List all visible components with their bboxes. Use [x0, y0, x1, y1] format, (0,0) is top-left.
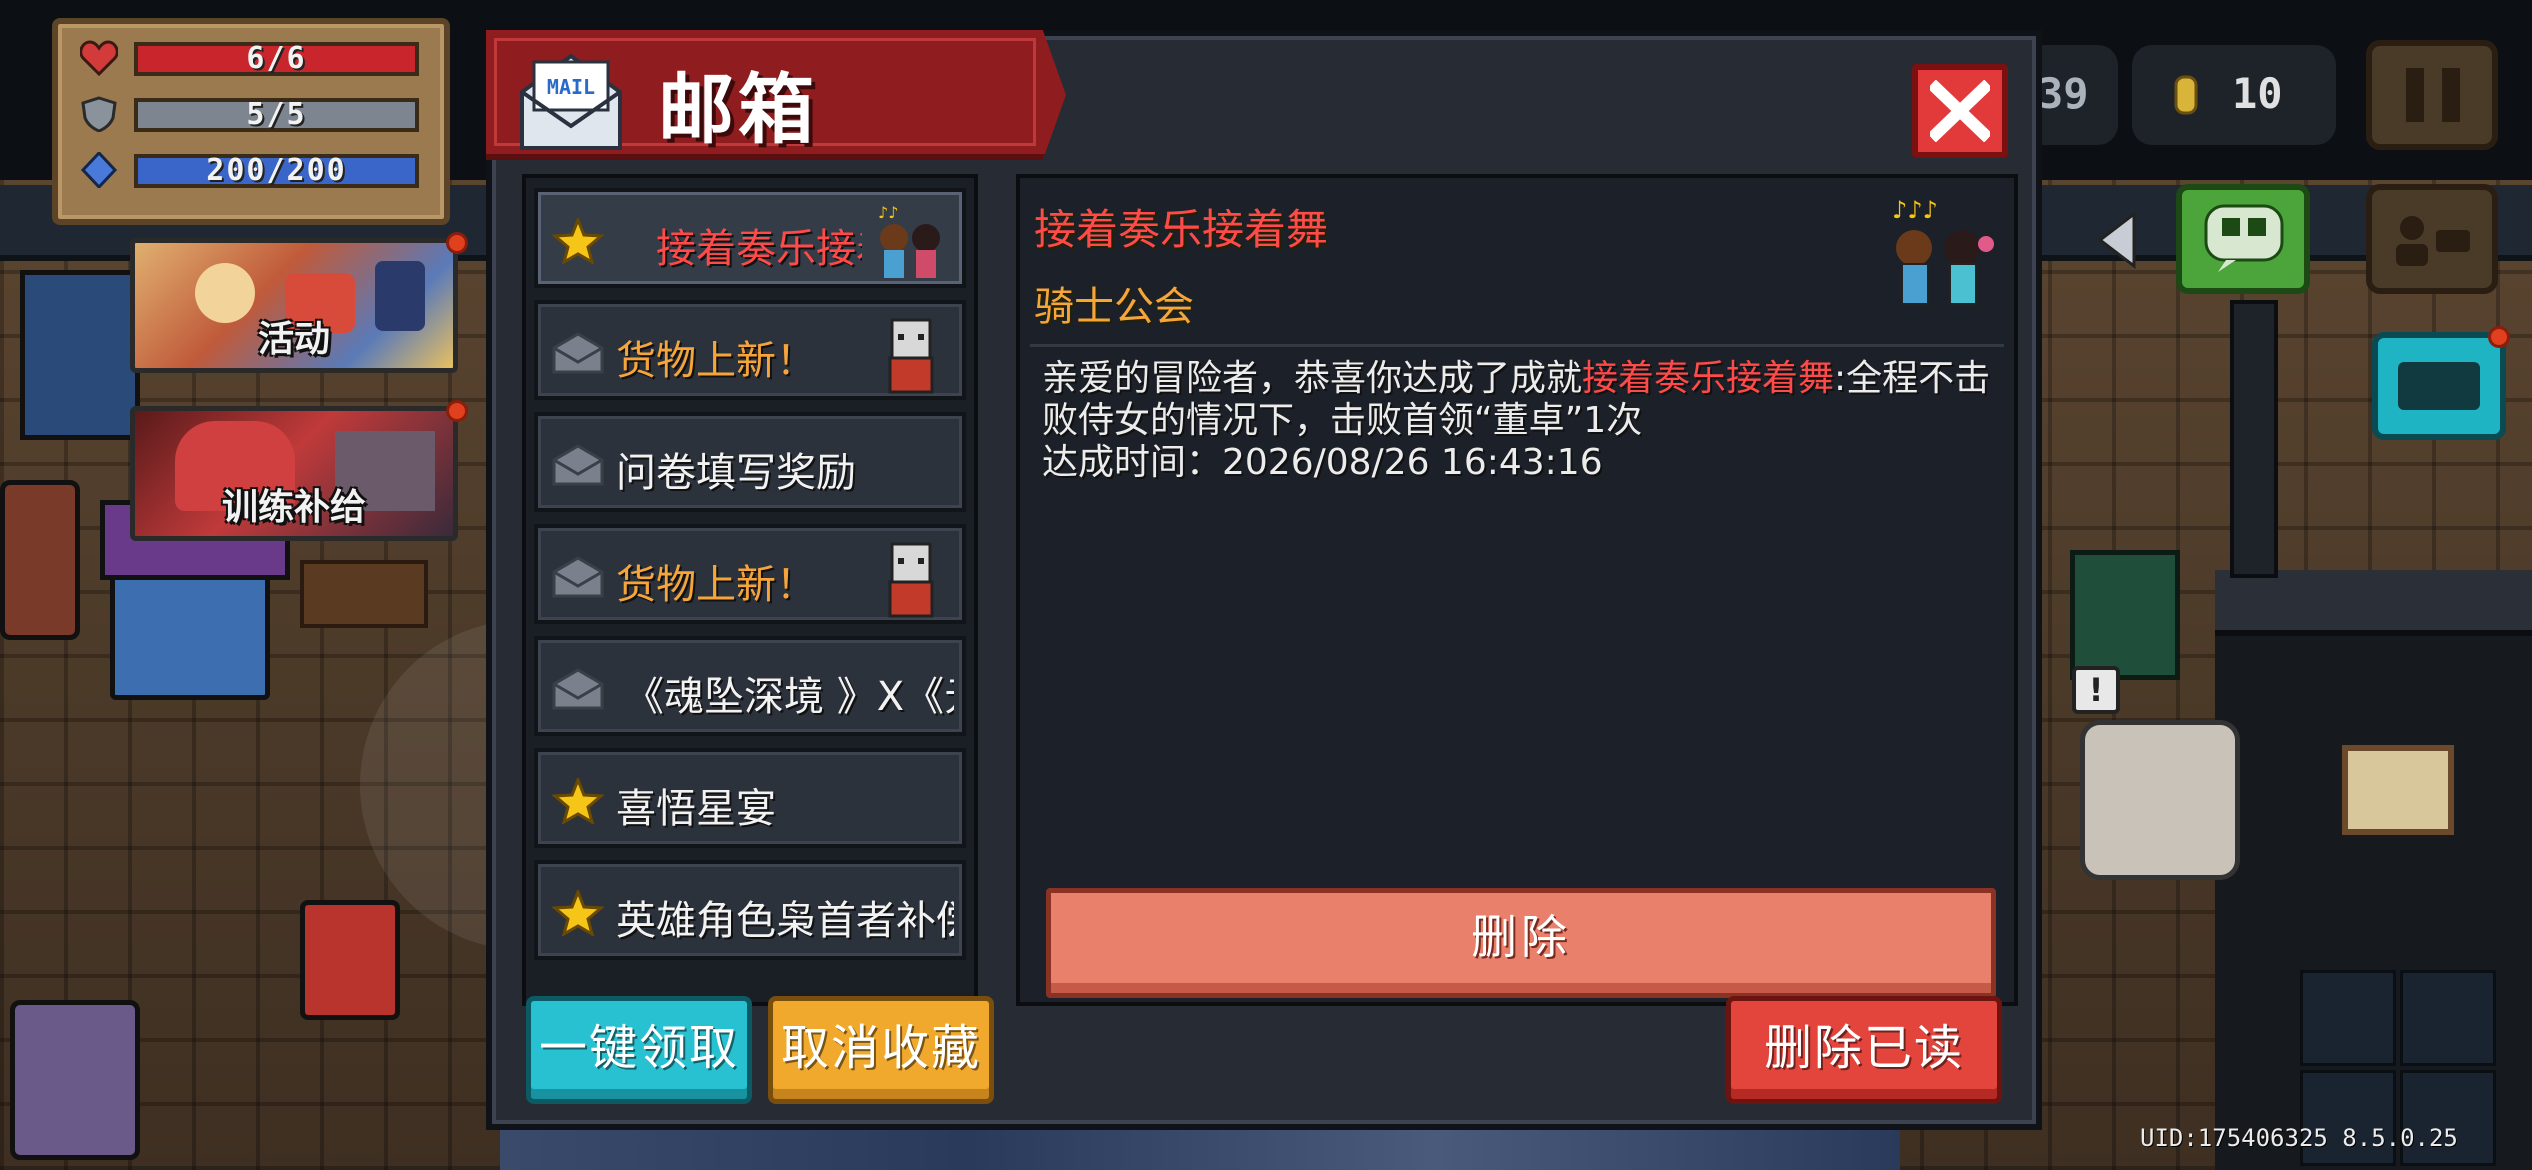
collapse-arrow-icon[interactable] [2094, 210, 2140, 274]
event-banner-training[interactable]: 训练补给 [130, 406, 458, 541]
svg-text:♪♪♪: ♪♪♪ [1892, 196, 1938, 224]
envelope-icon [552, 556, 604, 598]
gems-value: 39 [2038, 69, 2089, 118]
event-banner-activity[interactable]: 活动 [130, 238, 458, 373]
star-icon [552, 218, 604, 264]
heart-icon [80, 40, 118, 76]
notification-dot [2488, 326, 2510, 348]
close-icon [1930, 80, 1990, 142]
mail-detail: 接着奏乐接着舞 骑士公会 ♪♪♪ 亲爱的冒险者，恭喜你达成了成就接着奏乐接着舞:… [1016, 174, 2018, 1006]
mail-title: 英雄角色枭首者补偿 [616, 898, 954, 940]
mailbox-dialog: MAIL 邮箱 接着奏乐接着舞 ♪♪ 货物上新！ [486, 30, 2042, 1130]
banner-label: 训练补给 [221, 487, 366, 528]
chat-bubble-icon [2204, 204, 2284, 272]
list-item[interactable]: 货物上新！ [534, 524, 966, 624]
cat-merchant-icon [888, 318, 934, 394]
envelope-icon [552, 668, 604, 710]
mail-list[interactable]: 接着奏乐接着舞 ♪♪ 货物上新！ 问卷填写奖励 货物上新！ [522, 174, 978, 1006]
health-bar: 6/6 [134, 42, 419, 76]
gamepad-button[interactable] [2372, 332, 2506, 440]
dancing-girls-icon: ♪♪♪ [1892, 196, 1994, 305]
energy-row: 200/200 [80, 150, 425, 190]
detail-title: 接着奏乐接着舞 [1034, 205, 1329, 254]
delete-read-button[interactable]: 删除已读 [1726, 996, 2002, 1104]
unfavorite-button[interactable]: 取消收藏 [768, 996, 994, 1104]
svg-text:♪♪: ♪♪ [878, 203, 898, 222]
bottom-characters [500, 1130, 1900, 1170]
id-card-icon [2396, 216, 2470, 266]
list-item[interactable]: 《魂坠深境 》X《元 [534, 636, 966, 736]
detail-body: 亲爱的冒险者，恭喜你达成了成就接着奏乐接着舞:全程不击败侍女的情况下，击败首领“… [1042, 358, 2002, 484]
shield-icon [81, 96, 117, 132]
mail-title: 货物上新！ [616, 338, 816, 380]
coins-counter: 10 [2132, 45, 2336, 145]
notification-dot [446, 400, 468, 422]
claim-all-button[interactable]: 一键领取 [526, 996, 752, 1104]
wooden-table [300, 560, 428, 628]
delete-button[interactable]: 删除 [1046, 888, 1996, 998]
body-text: 亲爱的冒险者，恭喜你达成了成就 [1042, 358, 1583, 399]
armor-bar: 5/5 [134, 98, 419, 132]
mailbox-title: 邮箱 [658, 65, 818, 154]
health-row: 6/6 [80, 38, 425, 78]
achievement-time: 达成时间：2026/08/26 16:43:16 [1042, 442, 1603, 483]
list-item[interactable]: 接着奏乐接着舞 ♪♪ [534, 188, 966, 288]
player-stats-panel: 6/6 5/5 200/200 [52, 18, 450, 225]
profile-card-button[interactable] [2366, 184, 2498, 294]
arcade-machine [20, 270, 140, 440]
locker [2070, 550, 2180, 680]
character-sprite [300, 900, 400, 1020]
star-icon [552, 778, 604, 824]
uid-version-text: UID:175406325 8.5.0.25 [2140, 1124, 2458, 1152]
npc-robot [2080, 720, 2240, 880]
cat-merchant-icon [888, 542, 934, 618]
notification-dot [446, 232, 468, 254]
mail-icon: MAIL [520, 53, 622, 150]
star-icon [552, 890, 604, 936]
mail-title: 问卷填写奖励 [616, 450, 856, 492]
pillar [2230, 300, 2278, 578]
list-item[interactable]: 英雄角色枭首者补偿 [534, 860, 966, 960]
exclamation-icon: ! [2072, 666, 2120, 714]
detail-sender: 骑士公会 [1034, 284, 1194, 330]
list-item[interactable]: 货物上新！ [534, 300, 966, 400]
armor-row: 5/5 [80, 94, 425, 134]
chat-qr-button[interactable] [2176, 184, 2310, 294]
coins-value: 10 [2232, 69, 2283, 118]
energy-crystal-icon [80, 152, 118, 188]
mail-title: 接着奏乐接着舞 [656, 226, 862, 268]
divider [1030, 344, 2004, 347]
npc-sprite [10, 1000, 140, 1160]
close-button[interactable] [1912, 64, 2008, 158]
banner-label: 活动 [257, 319, 330, 360]
floor-tile [2400, 970, 2496, 1066]
pause-button[interactable] [2366, 40, 2498, 150]
floor-tile [2300, 970, 2396, 1066]
list-item[interactable]: 喜悟星宴 [534, 748, 966, 848]
mail-title: 喜悟星宴 [616, 786, 776, 828]
claw-machine [110, 560, 270, 700]
envelope-icon [552, 332, 604, 374]
certificate-frame [2342, 745, 2454, 835]
dancing-girls-icon: ♪♪ [878, 203, 940, 278]
coin-icon [2174, 75, 2198, 115]
mail-title: 《魂坠深境 》X《元 [624, 674, 954, 716]
list-item[interactable]: 问卷填写奖励 [534, 412, 966, 512]
mail-title: 货物上新！ [616, 562, 816, 604]
envelope-icon [552, 444, 604, 486]
npc-sprite-left [0, 480, 80, 640]
mail-icon-text: MAIL [547, 75, 595, 99]
body-highlight: 接着奏乐接着舞 [1582, 358, 1835, 399]
energy-bar: 200/200 [134, 154, 419, 188]
